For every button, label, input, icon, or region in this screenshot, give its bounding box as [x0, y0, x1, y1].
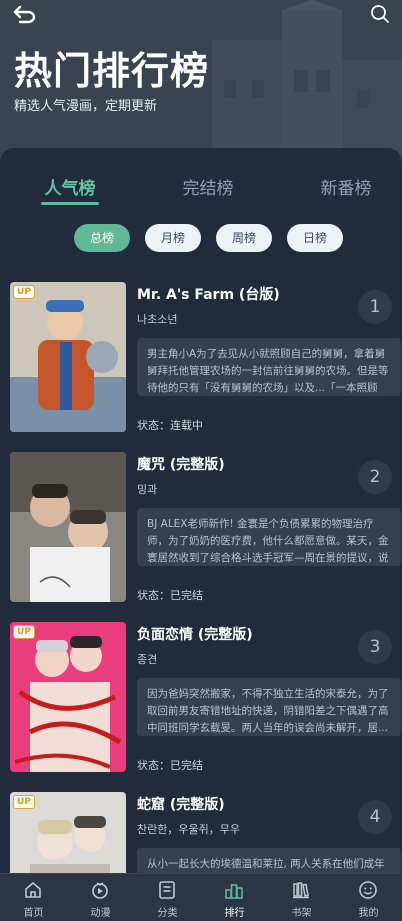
chip-weekly[interactable]: 周榜	[216, 224, 272, 252]
period-filter: 总榜 月榜 周榜 日榜	[0, 224, 402, 252]
comic-cover[interactable]: UP	[10, 622, 126, 772]
rank-number: 1	[358, 290, 392, 324]
comic-title[interactable]: 蛇窟 (完整版)	[137, 794, 225, 814]
tab-new[interactable]: 新番榜	[306, 174, 386, 199]
nav-label: 首页	[23, 908, 44, 919]
comic-title[interactable]: Mr. A's Farm (台版)	[137, 284, 280, 304]
ranking-icon	[225, 884, 243, 899]
rank-number: 4	[358, 800, 392, 834]
nav-bookshelf[interactable]: 书架	[268, 874, 335, 921]
nav-label: 分类	[157, 908, 178, 919]
ranking-item[interactable]: 魔咒 (完整版) 밍과 2 BJ ALEX老师新作! 金寰是个负债累累的物理治疗…	[0, 452, 402, 607]
update-badge: UP	[13, 285, 35, 299]
comic-author: 종견	[137, 653, 158, 666]
comic-status: 状态：连载中	[137, 419, 203, 432]
comic-author: 찬란한，우울쥐，무우	[137, 823, 240, 836]
page-title: 热门排行榜	[14, 49, 210, 93]
search-icon[interactable]	[370, 4, 390, 24]
bookshelf-icon	[293, 882, 309, 899]
nav-label: 动漫	[90, 908, 111, 919]
nav-label: 书架	[291, 908, 312, 919]
nav-label: 我的	[358, 908, 379, 919]
tab-completed[interactable]: 完结榜	[168, 174, 248, 199]
chip-daily[interactable]: 日榜	[287, 224, 343, 252]
category-icon	[159, 881, 175, 899]
comic-status: 状态：已完结	[137, 759, 203, 772]
nav-ranking[interactable]: 排行	[201, 874, 268, 921]
comic-cover[interactable]: UP	[10, 282, 126, 432]
nav-category[interactable]: 分类	[134, 874, 201, 921]
tab-popular[interactable]: 人气榜	[30, 174, 110, 199]
comic-description: 男主角小A为了去见从小就照顾自己的舅舅，拿着舅舅拜托他管理农场的一封信前往舅舅的…	[137, 338, 401, 396]
ranking-item[interactable]: UP Mr. A's Farm (台版) 나초소년 1 男主角小A为了去见从小就…	[0, 282, 402, 437]
bottom-navigation: 首页 动漫 分类 排行 书架 我的	[0, 873, 402, 921]
comic-title[interactable]: 魔咒 (完整版)	[137, 454, 225, 474]
chip-monthly[interactable]: 月榜	[145, 224, 201, 252]
active-tab-indicator	[41, 202, 99, 205]
comic-description: BJ ALEX老师新作! 金寰是个负债累累的物理治疗师，为了奶奶的医疗费，他什么…	[137, 508, 401, 566]
back-arrow-icon[interactable]	[12, 4, 38, 24]
ranking-item[interactable]: UP 负面恋情 (完整版) 종견 3 因为爸妈突然搬家，不得不独立生活的宋泰允，…	[0, 622, 402, 777]
comic-cover[interactable]	[10, 452, 126, 602]
nav-profile[interactable]: 我的	[335, 874, 402, 921]
nav-home[interactable]: 首页	[0, 874, 67, 921]
comic-description: 因为爸妈突然搬家，不得不独立生活的宋泰允，为了取回前男友寄错地址的快递，阴错阳差…	[137, 678, 401, 736]
comic-author: 밍과	[137, 483, 158, 496]
rank-number: 2	[358, 460, 392, 494]
home-icon	[25, 882, 41, 898]
rank-number: 3	[358, 630, 392, 664]
profile-icon	[359, 881, 377, 899]
ranking-panel: 人气榜 完结榜 新番榜 总榜 月榜 周榜 日榜 UP Mr. A's Farm …	[0, 148, 402, 888]
update-badge: UP	[13, 795, 35, 809]
nav-video[interactable]: 动漫	[67, 874, 134, 921]
video-icon	[92, 882, 108, 899]
nav-label: 排行	[224, 908, 245, 919]
comic-status: 状态：已完结	[137, 589, 203, 602]
update-badge: UP	[13, 625, 35, 639]
page-subtitle: 精选人气漫画，定期更新	[14, 99, 158, 114]
chip-overall[interactable]: 总榜	[74, 224, 130, 252]
comic-title[interactable]: 负面恋情 (完整版)	[137, 624, 253, 644]
comic-author: 나초소년	[137, 313, 178, 326]
